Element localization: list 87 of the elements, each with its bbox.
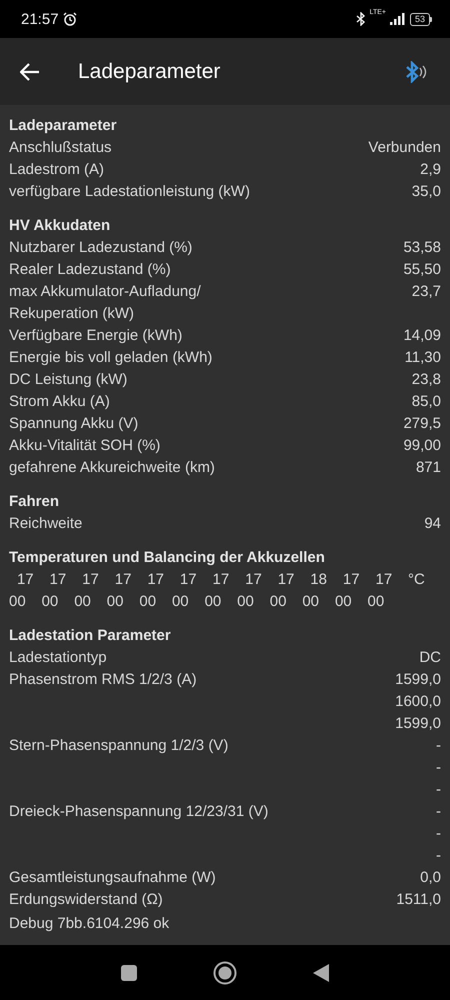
parameter-label: Phasenstrom RMS 1/2/3 (A) bbox=[9, 670, 197, 690]
screen-title: Ladeparameter bbox=[78, 60, 222, 84]
parameter-label: Spannung Akku (V) bbox=[9, 414, 138, 434]
parameter-label: verfügbare Ladestationleistung (kW) bbox=[9, 182, 250, 202]
balancing-value: 00 bbox=[368, 592, 386, 612]
balancing-value: 00 bbox=[42, 592, 60, 612]
parameter-value: DC bbox=[419, 648, 441, 668]
signal-icon bbox=[390, 13, 406, 25]
parameter-value: 23,8 bbox=[412, 370, 441, 390]
parameter-value: - bbox=[436, 758, 441, 778]
parameter-value: 1600,0 bbox=[395, 692, 441, 712]
parameter-label: Gesamtleistungsaufnahme (W) bbox=[9, 868, 216, 888]
section-title: Ladestation Parameter bbox=[9, 626, 172, 646]
parameter-value: - bbox=[436, 780, 441, 800]
alarm-icon bbox=[62, 12, 77, 26]
parameter-value: 53,58 bbox=[403, 238, 441, 258]
parameter-value: 23,7 bbox=[412, 282, 441, 302]
bluetooth-icon bbox=[356, 12, 366, 26]
parameter-value: - bbox=[436, 824, 441, 844]
parameter-label: Nutzbarer Ladezustand (%) bbox=[9, 238, 192, 258]
parameter-value: 279,5 bbox=[403, 414, 441, 434]
parameter-value: 1511,0 bbox=[396, 890, 441, 907]
balancing-value: 00 bbox=[270, 592, 288, 612]
balancing-value: 00 bbox=[139, 592, 158, 612]
cell-temperature: 17 bbox=[146, 570, 166, 590]
parameter-value: - bbox=[436, 736, 441, 756]
parameter-label: max Akkumulator-Aufladung/ Rekuperation (kW) bbox=[9, 282, 201, 324]
home-icon[interactable] bbox=[213, 960, 237, 984]
parameter-value: 11,30 bbox=[404, 348, 441, 368]
parameter-value: 94 bbox=[424, 514, 441, 534]
parameter-label: gefahrene Akkureichweite (km) bbox=[9, 458, 215, 478]
section-title: HV Akkudaten bbox=[9, 216, 112, 236]
balancing-value: 00 bbox=[204, 592, 222, 612]
cell-temperature: 17 bbox=[212, 570, 230, 590]
parameter-value: 14,09 bbox=[403, 326, 441, 346]
section-title: Temperaturen und Balancing der Akkuzellen bbox=[9, 548, 326, 568]
balancing-value: 00 bbox=[334, 592, 353, 612]
battery-icon: 53 bbox=[410, 12, 432, 26]
parameter-value: 99,00 bbox=[403, 436, 441, 456]
back-icon[interactable] bbox=[313, 964, 329, 982]
section-title: Ladeparameter bbox=[9, 116, 118, 136]
cell-temperature: 17 bbox=[342, 570, 361, 590]
cell-temperature: 17 bbox=[16, 570, 35, 590]
parameter-label: Erdungswiderstand (Ω) bbox=[9, 890, 163, 907]
section-title: Fahren bbox=[9, 492, 60, 512]
parameter-label: Stern-Phasenspannung 1/2/3 (V) bbox=[9, 736, 228, 756]
parameter-label: Realer Ladezustand (%) bbox=[9, 260, 171, 280]
parameter-value: 1599,0 bbox=[395, 670, 441, 690]
parameter-label: Dreieck-Phasenspannung 12/23/31 (V) bbox=[9, 802, 268, 822]
parameter-label: Verfügbare Energie (kWh) bbox=[9, 326, 182, 346]
parameter-value: 1599,0 bbox=[395, 714, 441, 734]
cell-temperature: 18 bbox=[309, 570, 328, 590]
parameter-value: 871 bbox=[416, 458, 441, 478]
cell-temperature: 17 bbox=[114, 570, 132, 590]
cell-temperature: 17 bbox=[276, 570, 296, 590]
parameter-value: - bbox=[436, 846, 441, 866]
temperature-unit: °C bbox=[407, 570, 426, 590]
parameter-label: Akku-Vitalität SOH (%) bbox=[9, 436, 160, 456]
debug-status: Debug 7bb.6104.296 ok bbox=[9, 915, 170, 932]
clock-time: 21:57 bbox=[21, 10, 59, 28]
cell-temperature: 17 bbox=[374, 570, 394, 590]
parameter-label: Reichweite bbox=[9, 514, 82, 534]
cell-temperature: 17 bbox=[48, 570, 68, 590]
balancing-value: 00 bbox=[106, 592, 124, 612]
parameter-value: 85,0 bbox=[412, 392, 441, 412]
parameter-label: DC Leistung (kW) bbox=[9, 370, 128, 390]
balancing-value: 00 bbox=[74, 592, 92, 612]
balancing-value: 00 bbox=[172, 592, 190, 612]
parameter-label: Anschlußstatus bbox=[9, 138, 112, 158]
parameter-label: Ladestationtyp bbox=[9, 648, 107, 668]
cell-temperature: 17 bbox=[178, 570, 198, 590]
parameter-value: 0,0 bbox=[420, 868, 441, 888]
parameter-label: Strom Akku (A) bbox=[9, 392, 110, 412]
back-icon[interactable] bbox=[20, 62, 40, 80]
parameter-value: 2,9 bbox=[420, 160, 441, 180]
cell-temperature: 17 bbox=[81, 570, 100, 590]
cell-temperature: 17 bbox=[244, 570, 263, 590]
recents-icon[interactable] bbox=[121, 964, 137, 980]
balancing-value: 00 bbox=[237, 592, 255, 612]
parameter-value: 35,0 bbox=[412, 182, 441, 202]
parameter-value: - bbox=[436, 802, 441, 822]
parameter-label: Ladestrom (A) bbox=[9, 160, 104, 180]
parameter-value: Verbunden bbox=[368, 138, 441, 158]
balancing-value: 00 bbox=[9, 592, 27, 612]
parameter-value: 55,50 bbox=[403, 260, 441, 280]
parameter-label: Energie bis voll geladen (kWh) bbox=[9, 348, 212, 368]
balancing-value: 00 bbox=[302, 592, 320, 612]
